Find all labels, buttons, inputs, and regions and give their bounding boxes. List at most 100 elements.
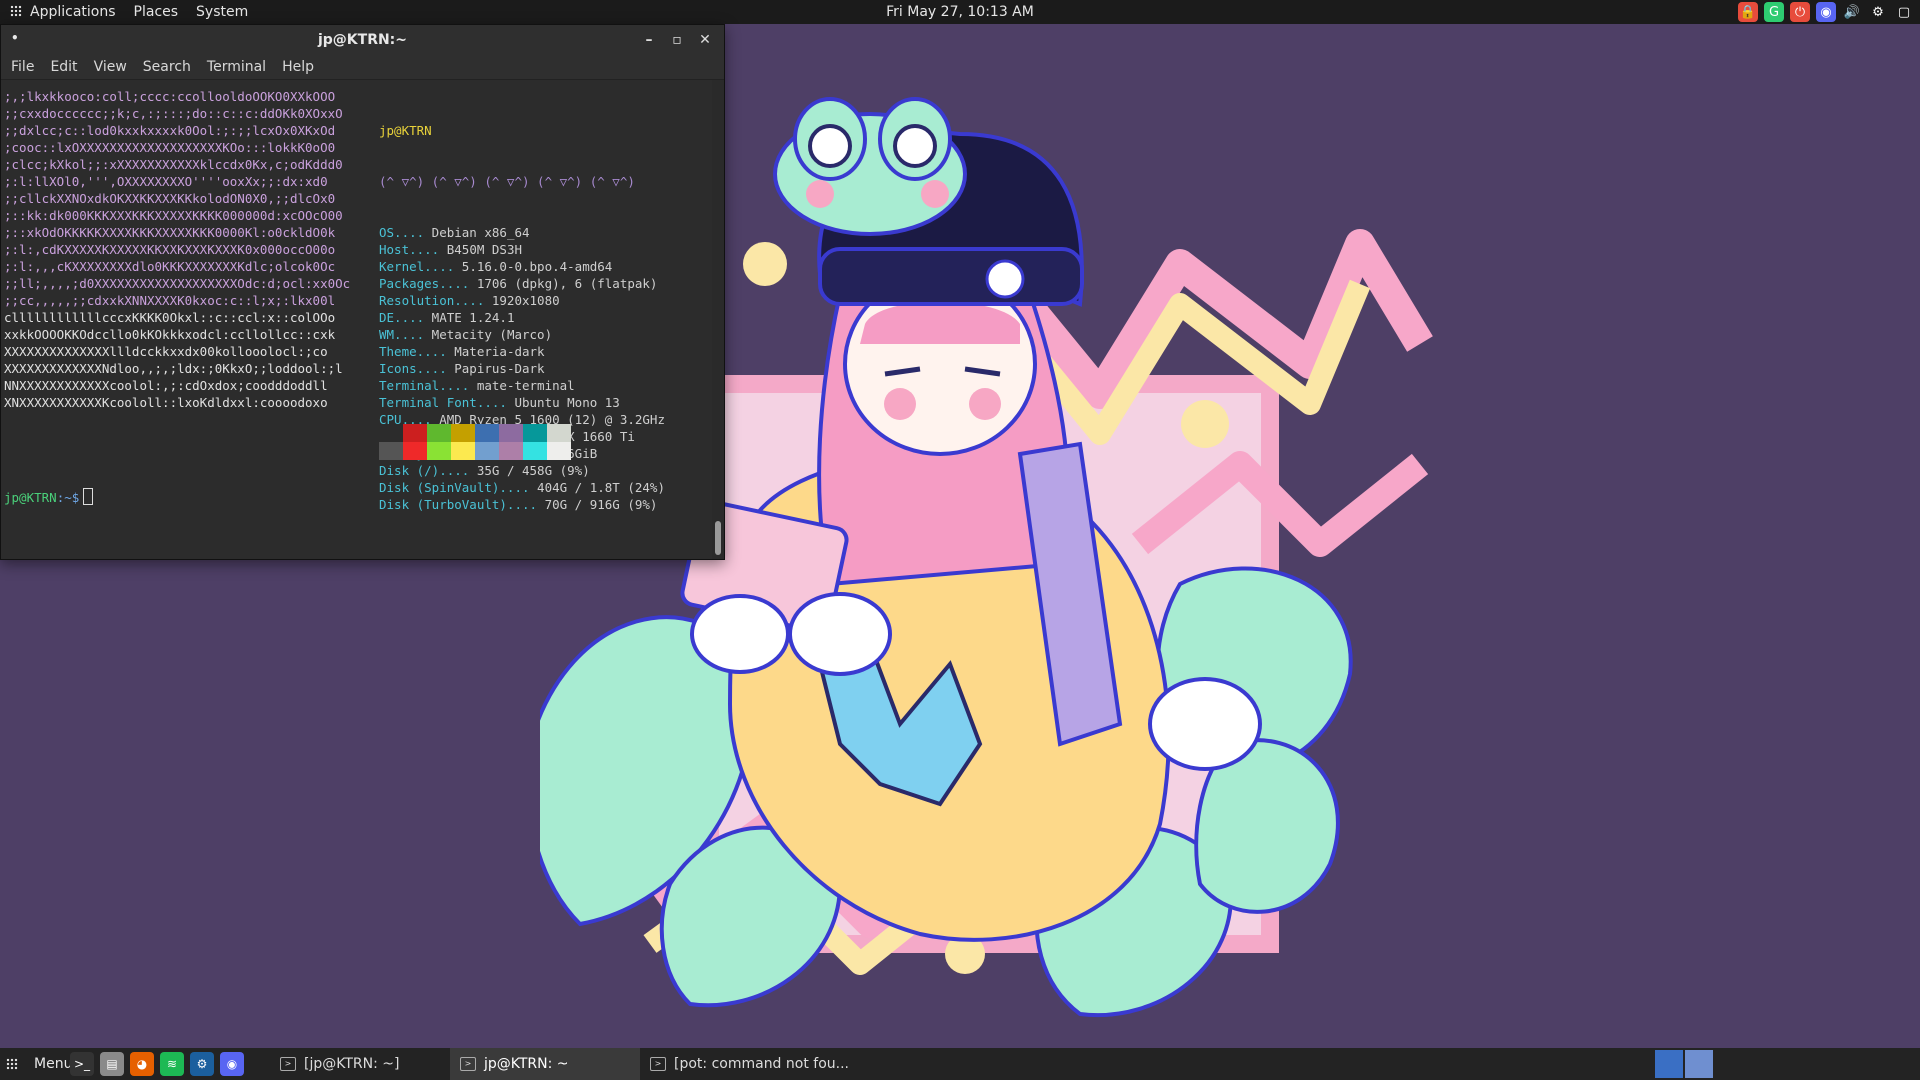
taskbar-item[interactable]: > [jp@KTRN: ~] [270,1048,450,1080]
terminal-window[interactable]: • jp@KTRN:~ – ▫ ✕ File Edit View Search … [0,24,725,560]
blush [884,388,916,420]
maximize-button[interactable]: ▫ [666,29,688,51]
deco-circle [743,242,787,286]
system-tray: 🔒 G ⏻ ◉ 🔊 ⚙ ▢ [1738,2,1914,22]
ascii-line: ;::kk:dk000KKKXXXKKKXXXXXKKKK000000d:xcO… [4,208,343,223]
discord-icon[interactable]: ◉ [1816,2,1836,22]
menu-grid-icon [6,1058,18,1070]
info-key: Theme.... [379,344,447,359]
frog-blush [806,180,834,208]
info-key: Disk (/).... [379,463,470,478]
workspace-1[interactable] [1655,1050,1683,1078]
discord-launcher-icon[interactable]: ◉ [220,1052,244,1076]
info-value: 35G / 458G (9%) [469,463,590,478]
menu-search[interactable]: Search [137,59,197,75]
info-key: Disk (SpinVault).... [379,480,530,495]
taskbar-item[interactable]: > [pot: command not fou... [640,1048,859,1080]
info-value: 5.16.0-0.bpo.4-amd64 [454,259,613,274]
ascii-line: ;;dxlcc;c::lod0kxxkxxxxk0Ool:;:;;lcxOx0X… [4,123,336,138]
main-menu-button[interactable]: Menu [6,1048,72,1080]
terminal-task-icon: > [280,1057,296,1071]
terminal-title: jp@KTRN:~ [317,32,408,48]
update-icon[interactable]: G [1764,2,1784,22]
ascii-line: ;:l:llXOl0,''',OXXXXXXXXO''''ooxXx;;:dx:… [4,174,328,189]
firefox-launcher-icon[interactable]: ◕ [130,1052,154,1076]
color-swatch [403,424,427,460]
prompt-path: :~$ [56,490,80,505]
ascii-line: ;;cllckXXNOxdkOKXXKKXXXKKkolodON0X0,;;dl… [4,191,336,206]
window-icon[interactable]: ▢ [1894,2,1914,22]
color-swatch-cell [499,424,523,442]
spotify-launcher-icon[interactable]: ≋ [160,1052,184,1076]
info-key: Disk (TurboVault).... [379,497,538,512]
files-launcher-icon[interactable]: ▤ [100,1052,124,1076]
clock[interactable]: Fri May 27, 10:13 AM [0,0,1920,24]
blush [969,388,1001,420]
workspace-switcher[interactable] [1655,1050,1713,1078]
info-row: Terminal.... mate-terminal [379,377,665,394]
taskbar-item[interactable]: > jp@KTRN: ~ [450,1048,640,1080]
info-key: Kernel.... [379,259,455,274]
ascii-line: ;,;lkxkkooco:coll;cccc:ccollooldoOOKO0XX… [4,89,336,104]
color-swatch-cell [523,442,547,460]
minimize-button[interactable]: – [638,29,660,51]
info-row: OS.... Debian x86_64 [379,224,665,241]
info-value: Papirus-Dark [446,361,545,376]
terminal-titlebar[interactable]: • jp@KTRN:~ – ▫ ✕ [1,25,724,55]
ascii-line: ;clcc;kXkol;;:xXXXXXXXXXXXklccdx0Kx,c;od… [4,157,343,172]
bottom-panel: Menu >_ ▤ ◕ ≋ ⚙ ◉ > [jp@KTRN: ~] > jp@KTRN: ~ > [p… [0,1048,1920,1080]
color-swatch [523,424,547,460]
menu-file[interactable]: File [5,59,40,75]
menu-view[interactable]: View [88,59,133,75]
info-value: B450M DS3H [439,242,523,257]
main-menu-label: Menu [34,1056,73,1072]
info-value: Debian x86_64 [424,225,530,240]
prompt-user: jp@KTRN [4,490,57,505]
lock-icon[interactable]: 🔒 [1738,2,1758,22]
launcher-bar: >_ ▤ ◕ ≋ ⚙ ◉ [70,1052,244,1076]
frog-blush [921,180,949,208]
terminal-output[interactable]: ;,;lkxkkooco:coll;cccc:ccollooldoOOKO0XX… [1,80,712,559]
character-hand [788,592,892,676]
ascii-line: ;cooc::lxOXXXXXXXXXXXXXXXXXXXKOo:::lokkK… [4,140,336,155]
close-button[interactable]: ✕ [694,29,716,51]
text-cursor [83,488,94,505]
color-swatch [475,424,499,460]
info-row: Kernel.... 5.16.0-0.bpo.4-amd64 [379,258,665,275]
taskbar-item-label: jp@KTRN: ~ [484,1056,569,1072]
steam-icon[interactable]: ⚙ [1868,2,1888,22]
color-swatch-cell [427,424,451,442]
info-row: Disk (TurboVault).... 70G / 916G (9%) [379,496,665,513]
info-value: Metacity (Marco) [424,327,553,342]
ascii-line: ;:l:,cdKXXXXXKXXXXXKKXXKXXXKXXXK0x000occ… [4,242,336,257]
menu-terminal[interactable]: Terminal [201,59,272,75]
color-swatch-cell [547,442,571,460]
menu-help[interactable]: Help [276,59,320,75]
character-hand [690,594,790,674]
color-swatch-cell [403,442,427,460]
color-swatch [547,424,571,460]
steam-launcher-icon[interactable]: ⚙ [190,1052,214,1076]
info-key: WM.... [379,327,425,342]
scrollbar[interactable] [712,80,724,559]
shell-prompt[interactable]: jp@KTRN:~$ [4,488,94,506]
workspace-2[interactable] [1685,1050,1713,1078]
terminal-launcher-icon[interactable]: >_ [70,1052,94,1076]
plush-creature [1148,677,1262,771]
info-key: Terminal.... [379,378,470,393]
info-key: Icons.... [379,361,447,376]
info-value: 70G / 916G (9%) [537,497,658,512]
firefox-task-icon: > [650,1057,666,1071]
ascii-line: ;;cc,,,,,;;cdxxkXNNXXXXK0kxoc:c::l;x;:lk… [4,293,336,308]
ascii-line: xxkkOOOOKKOdccllo0kKOkkkxodcl:ccllollcc:… [4,327,336,342]
menu-edit[interactable]: Edit [44,59,83,75]
info-row: WM.... Metacity (Marco) [379,326,665,343]
color-swatch [427,424,451,460]
neofetch-info-lines: OS.... Debian x86_64 Host.... B450M DS3H K… [379,224,665,512]
power-icon[interactable]: ⏻ [1790,2,1810,22]
info-row: Disk (SpinVault).... 404G / 1.8T (24%) [379,479,665,496]
volume-icon[interactable]: 🔊 [1842,2,1862,22]
window-controls: – ▫ ✕ [638,29,716,51]
scrollbar-thumb[interactable] [715,521,721,555]
beanie-brim [818,247,1084,306]
